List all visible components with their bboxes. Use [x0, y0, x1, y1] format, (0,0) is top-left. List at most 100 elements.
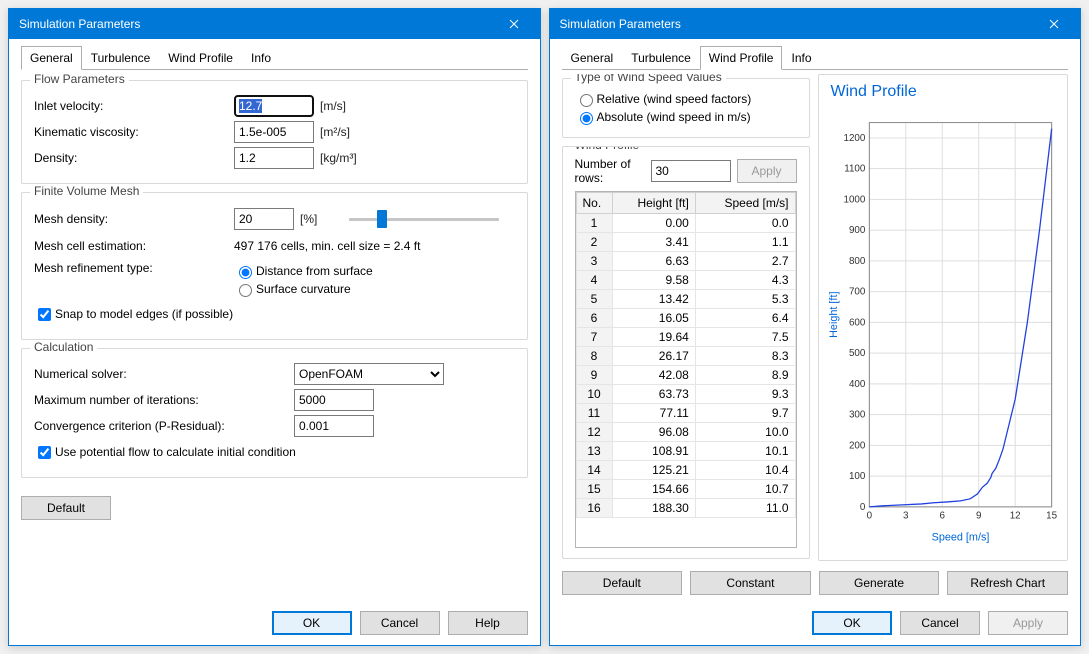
convergence-label: Convergence criterion (P-Residual): [34, 419, 294, 433]
cell-height[interactable]: 9.58 [612, 271, 695, 290]
table-row[interactable]: 3 6.63 2.7 [576, 252, 795, 271]
cell-speed[interactable]: 9.7 [695, 404, 795, 423]
table-row[interactable]: 6 16.05 6.4 [576, 309, 795, 328]
cell-height[interactable]: 16.05 [612, 309, 695, 328]
cell-height[interactable]: 125.21 [612, 461, 695, 480]
cell-speed[interactable]: 6.4 [695, 309, 795, 328]
type-relative-radio[interactable] [580, 94, 593, 107]
cell-height[interactable]: 42.08 [612, 366, 695, 385]
apply-rows-button[interactable]: Apply [737, 159, 797, 183]
cell-speed[interactable]: 7.5 [695, 328, 795, 347]
cell-no: 3 [576, 252, 612, 271]
help-button[interactable]: Help [448, 611, 528, 635]
cell-speed[interactable]: 10.0 [695, 423, 795, 442]
table-row[interactable]: 16 188.30 11.0 [576, 499, 795, 518]
refinement-distance-radio[interactable] [239, 266, 252, 279]
ok-button[interactable]: OK [272, 611, 352, 635]
convergence-input[interactable] [294, 415, 374, 437]
titlebar[interactable]: Simulation Parameters [550, 9, 1081, 39]
table-row[interactable]: 4 9.58 4.3 [576, 271, 795, 290]
cell-speed[interactable]: 0.0 [695, 214, 795, 233]
table-row[interactable]: 11 77.11 9.7 [576, 404, 795, 423]
cell-speed[interactable]: 1.1 [695, 233, 795, 252]
cell-height[interactable]: 188.30 [612, 499, 695, 518]
cell-height[interactable]: 77.11 [612, 404, 695, 423]
cell-height[interactable]: 26.17 [612, 347, 695, 366]
table-row[interactable]: 12 96.08 10.0 [576, 423, 795, 442]
cell-speed[interactable]: 11.0 [695, 499, 795, 518]
refinement-curvature-radio[interactable] [239, 284, 252, 297]
cell-speed[interactable]: 8.3 [695, 347, 795, 366]
table-row[interactable]: 15 154.66 10.7 [576, 480, 795, 499]
cell-height[interactable]: 6.63 [612, 252, 695, 271]
table-row[interactable]: 14 125.21 10.4 [576, 461, 795, 480]
close-button[interactable] [492, 10, 536, 38]
tab-info[interactable]: Info [242, 46, 280, 70]
inlet-velocity-input[interactable] [234, 95, 314, 117]
window-title: Simulation Parameters [560, 17, 1033, 31]
apply-button[interactable]: Apply [988, 611, 1068, 635]
generate-button[interactable]: Generate [819, 571, 940, 595]
cancel-button[interactable]: Cancel [900, 611, 980, 635]
cell-height[interactable]: 0.00 [612, 214, 695, 233]
svg-text:500: 500 [848, 348, 865, 359]
type-absolute-radio[interactable] [580, 112, 593, 125]
profile-table-wrap[interactable]: No. Height [ft] Speed [m/s] 1 0.00 0.02 … [575, 191, 797, 548]
col-height[interactable]: Height [ft] [612, 193, 695, 214]
density-input[interactable] [234, 147, 314, 169]
cell-height[interactable]: 3.41 [612, 233, 695, 252]
cell-height[interactable]: 19.64 [612, 328, 695, 347]
table-row[interactable]: 1 0.00 0.0 [576, 214, 795, 233]
ok-button[interactable]: OK [812, 611, 892, 635]
potential-flow-checkbox[interactable] [38, 446, 51, 459]
cancel-button[interactable]: Cancel [360, 611, 440, 635]
default-button[interactable]: Default [562, 571, 683, 595]
cell-speed[interactable]: 2.7 [695, 252, 795, 271]
cell-height[interactable]: 108.91 [612, 442, 695, 461]
tab-turbulence[interactable]: Turbulence [82, 46, 160, 70]
density-label: Density: [34, 151, 234, 165]
cell-height[interactable]: 96.08 [612, 423, 695, 442]
cell-speed[interactable]: 10.7 [695, 480, 795, 499]
tab-wind-profile[interactable]: Wind Profile [700, 46, 783, 70]
svg-text:0: 0 [859, 502, 865, 513]
viscosity-input[interactable] [234, 121, 314, 143]
solver-select[interactable]: OpenFOAM [294, 363, 444, 385]
table-row[interactable]: 10 63.73 9.3 [576, 385, 795, 404]
tab-turbulence[interactable]: Turbulence [622, 46, 700, 70]
cell-speed[interactable]: 4.3 [695, 271, 795, 290]
cell-speed[interactable]: 5.3 [695, 290, 795, 309]
snap-edges-checkbox[interactable] [38, 308, 51, 321]
table-row[interactable]: 8 26.17 8.3 [576, 347, 795, 366]
cell-speed[interactable]: 10.4 [695, 461, 795, 480]
mesh-density-input[interactable] [234, 208, 294, 230]
table-row[interactable]: 2 3.41 1.1 [576, 233, 795, 252]
table-row[interactable]: 5 13.42 5.3 [576, 290, 795, 309]
titlebar[interactable]: Simulation Parameters [9, 9, 540, 39]
table-row[interactable]: 7 19.64 7.5 [576, 328, 795, 347]
table-row[interactable]: 13 108.91 10.1 [576, 442, 795, 461]
tabs: General Turbulence Wind Profile Info [21, 45, 528, 70]
table-row[interactable]: 9 42.08 8.9 [576, 366, 795, 385]
close-button[interactable] [1032, 10, 1076, 38]
refresh-chart-button[interactable]: Refresh Chart [947, 571, 1068, 595]
left-window: Simulation Parameters General Turbulence… [8, 8, 541, 646]
tab-info[interactable]: Info [782, 46, 820, 70]
cell-speed[interactable]: 9.3 [695, 385, 795, 404]
cell-height[interactable]: 154.66 [612, 480, 695, 499]
cell-speed[interactable]: 10.1 [695, 442, 795, 461]
col-no[interactable]: No. [576, 193, 612, 214]
tab-general[interactable]: General [21, 46, 82, 70]
cell-speed[interactable]: 8.9 [695, 366, 795, 385]
col-speed[interactable]: Speed [m/s] [695, 193, 795, 214]
tab-wind-profile[interactable]: Wind Profile [159, 46, 242, 70]
iterations-input[interactable] [294, 389, 374, 411]
cell-height[interactable]: 63.73 [612, 385, 695, 404]
cell-no: 11 [576, 404, 612, 423]
tab-general[interactable]: General [562, 46, 623, 70]
constant-button[interactable]: Constant [690, 571, 811, 595]
num-rows-input[interactable] [651, 160, 731, 182]
cell-height[interactable]: 13.42 [612, 290, 695, 309]
default-button[interactable]: Default [21, 496, 111, 520]
mesh-density-slider[interactable] [349, 209, 499, 229]
